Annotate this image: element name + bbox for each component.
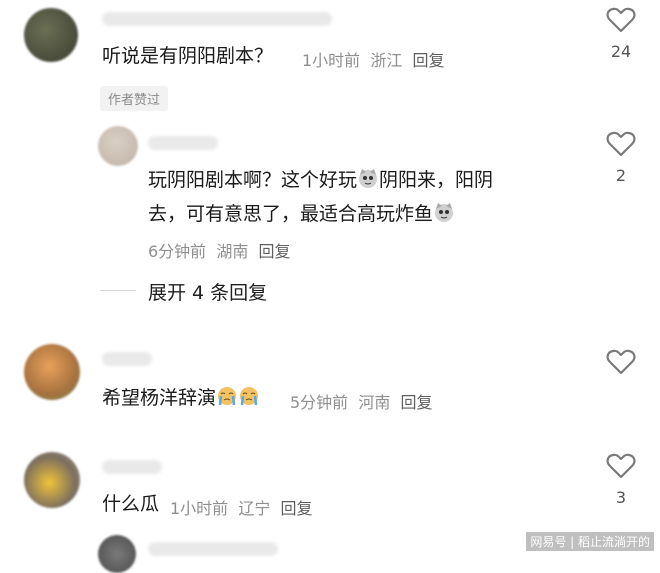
avatar[interactable] bbox=[24, 8, 78, 62]
cat-emoji-icon bbox=[435, 203, 454, 222]
comment-time: 6分钟前 bbox=[148, 242, 207, 261]
like-count: 3 bbox=[615, 488, 627, 507]
comment-meta: 1小时前 浙江 回复 bbox=[302, 47, 445, 71]
reply-button[interactable]: 回复 bbox=[401, 393, 433, 412]
comment-text-part: 希望杨洋辞演 bbox=[102, 387, 217, 409]
username-blurred bbox=[148, 542, 278, 556]
like-heart-icon[interactable] bbox=[606, 6, 636, 34]
like-heart-icon[interactable] bbox=[606, 130, 636, 158]
username-blurred bbox=[102, 352, 152, 366]
cat-emoji-icon bbox=[359, 169, 378, 188]
comment-time: 5分钟前 bbox=[290, 393, 349, 412]
like-heart-icon[interactable] bbox=[606, 452, 636, 480]
author-liked-badge: 作者赞过 bbox=[100, 86, 169, 111]
username-blurred bbox=[148, 136, 218, 150]
avatar[interactable] bbox=[24, 344, 80, 400]
avatar[interactable] bbox=[24, 452, 80, 508]
like-count: 2 bbox=[615, 166, 627, 185]
like-count: 24 bbox=[610, 42, 632, 61]
comment-text: 去，可有意思了，最适合高玩炸鱼 bbox=[148, 200, 455, 228]
username-blurred bbox=[102, 12, 332, 26]
avatar[interactable] bbox=[98, 126, 138, 166]
comment-meta: 1小时前 辽宁 回复 bbox=[170, 495, 313, 519]
comment-text: 听说是有阴阳剧本？ bbox=[102, 45, 274, 67]
comment-meta: 6分钟前 湖南 回复 bbox=[148, 238, 291, 262]
comment-text: 什么瓜 bbox=[102, 493, 160, 515]
comment-location: 辽宁 bbox=[238, 499, 271, 518]
like-heart-icon[interactable] bbox=[606, 348, 636, 376]
expand-replies-button[interactable]: 展开 4 条回复 bbox=[148, 278, 267, 305]
crying-emoji-icon bbox=[240, 387, 259, 406]
divider bbox=[100, 290, 136, 291]
comment-meta: 5分钟前 河南 回复 bbox=[290, 389, 433, 413]
comment-text-part: 阴阳来，阳阴 bbox=[379, 169, 494, 191]
comment-time: 1小时前 bbox=[302, 51, 361, 70]
reply-button[interactable]: 回复 bbox=[413, 51, 445, 70]
watermark: 网易号 | 稻止流淌开的 bbox=[526, 532, 654, 551]
comment-text: 希望杨洋辞演 bbox=[102, 384, 260, 412]
reply-button[interactable]: 回复 bbox=[281, 499, 313, 518]
comment-text: 玩阴阳剧本啊？这个好玩 阴阳来，阳阴 bbox=[148, 166, 493, 194]
comment-location: 河南 bbox=[358, 393, 391, 412]
comment-text-part: 去，可有意思了，最适合高玩炸鱼 bbox=[148, 203, 434, 225]
comment-location: 湖南 bbox=[216, 242, 249, 261]
avatar[interactable] bbox=[98, 535, 136, 573]
comment-location: 浙江 bbox=[370, 51, 403, 70]
reply-button[interactable]: 回复 bbox=[259, 242, 291, 261]
crying-emoji-icon bbox=[218, 387, 237, 406]
comment-time: 1小时前 bbox=[170, 499, 229, 518]
username-blurred bbox=[102, 460, 162, 474]
comment-text-part: 玩阴阳剧本啊？这个好玩 bbox=[148, 169, 358, 191]
